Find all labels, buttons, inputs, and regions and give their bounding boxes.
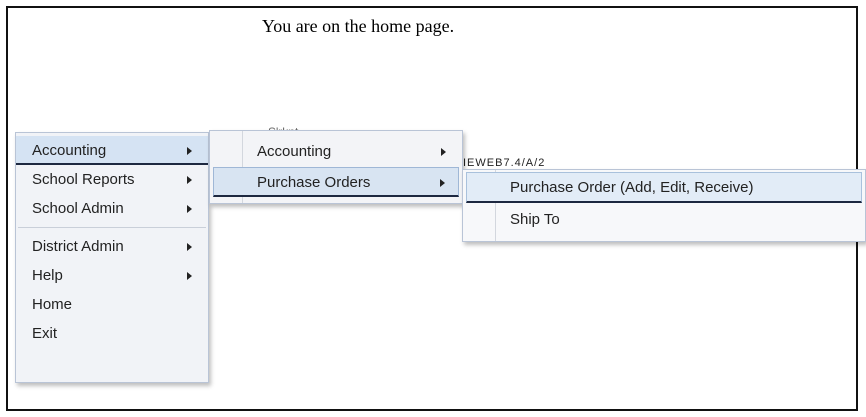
menu-item-label: Accounting	[257, 143, 332, 160]
menu-item-label: School Admin	[32, 200, 124, 217]
menu-item-label: School Reports	[32, 171, 135, 188]
menu-item-label: Purchase Order (Add, Edit, Receive)	[510, 179, 754, 196]
menu-item-district-admin[interactable]: District Admin	[16, 232, 208, 261]
submenu-item-purchase-orders[interactable]: Purchase Orders	[213, 167, 459, 197]
chevron-right-icon	[187, 205, 192, 213]
menu-item-home[interactable]: Home	[16, 290, 208, 319]
purchase-orders-submenu: Purchase Order (Add, Edit, Receive) Ship…	[462, 169, 866, 242]
menu-separator	[18, 227, 206, 228]
main-menu: Accounting School Reports School Admin D…	[15, 132, 209, 383]
chevron-right-icon	[187, 147, 192, 155]
menu-item-label: Home	[32, 296, 73, 313]
menu-item-label: Purchase Orders	[257, 174, 371, 191]
chevron-right-icon	[441, 148, 446, 156]
submenu-item-ship-to[interactable]: Ship To	[463, 203, 865, 236]
chevron-right-icon	[440, 179, 445, 187]
chevron-right-icon	[187, 243, 192, 251]
submenu-item-accounting[interactable]: Accounting	[210, 137, 462, 167]
obscured-version-text: IEWEB7.4/A/2	[463, 157, 546, 169]
menu-item-help[interactable]: Help	[16, 261, 208, 290]
chevron-right-icon	[187, 272, 192, 280]
menu-item-exit[interactable]: Exit	[16, 319, 208, 348]
menu-item-label: Exit	[32, 325, 58, 342]
menu-item-label: District Admin	[32, 238, 124, 255]
menu-item-label: Ship To	[510, 211, 560, 228]
menu-item-school-reports[interactable]: School Reports	[16, 165, 208, 194]
chevron-right-icon	[187, 176, 192, 184]
home-message: You are on the home page.	[262, 16, 455, 36]
menu-item-label: Accounting	[32, 142, 107, 159]
menu-item-accounting[interactable]: Accounting	[16, 136, 208, 165]
menu-item-label: Help	[32, 267, 63, 284]
submenu-item-purchase-order-add-edit-receive[interactable]: Purchase Order (Add, Edit, Receive)	[466, 172, 862, 203]
accounting-submenu: Accounting Purchase Orders	[209, 130, 463, 204]
menu-item-school-admin[interactable]: School Admin	[16, 194, 208, 223]
